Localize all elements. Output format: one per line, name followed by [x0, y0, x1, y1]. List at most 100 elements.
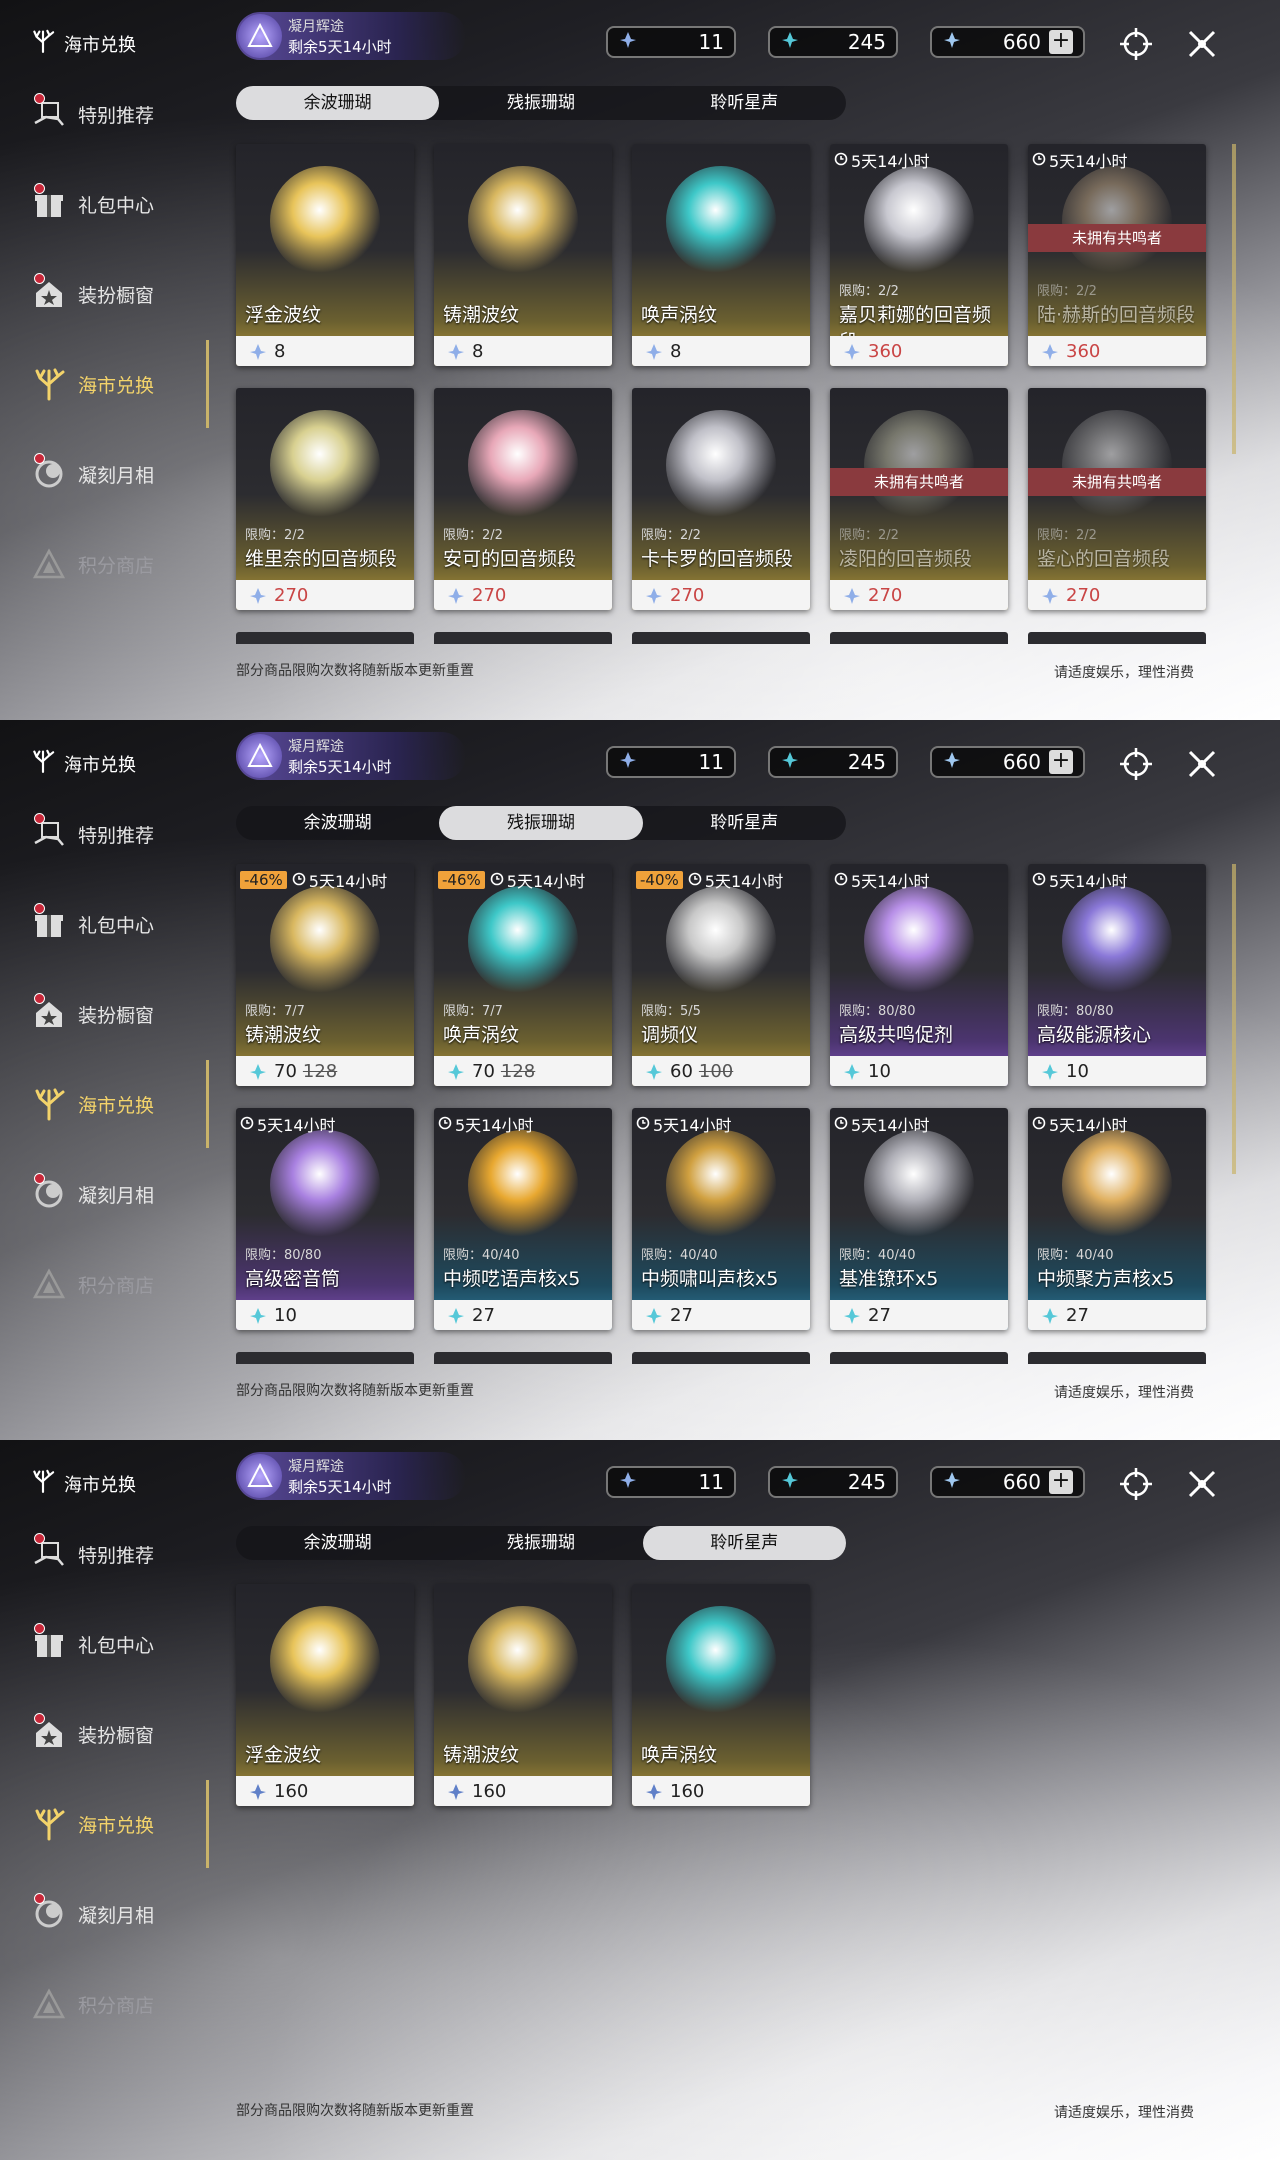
scrollbar[interactable]: [1232, 864, 1236, 1174]
add-currency-button[interactable]: +: [1049, 30, 1073, 54]
tab-0[interactable]: 余波珊瑚: [236, 806, 439, 840]
shop-item-card[interactable]: 未拥有共鸣者 限购：2/2 凌阳的回音频段 270: [830, 388, 1008, 610]
next-row-card[interactable]: [632, 632, 810, 644]
sidebar-item-4[interactable]: 凝刻月相: [30, 453, 154, 493]
shop-item-card[interactable]: 唤声涡纹 160: [632, 1584, 810, 1806]
shop-item-card[interactable]: -40% 5天14小时 限购：5/5 调频仪 60 100: [632, 864, 810, 1086]
price-value: 8: [670, 340, 682, 362]
coral-icon: [30, 1805, 68, 1843]
shop-item-card[interactable]: -46% 5天14小时 限购：7/7 唤声涡纹 70 128: [434, 864, 612, 1086]
sidebar-item-5[interactable]: 积分商店: [30, 1265, 154, 1303]
play-responsibly-notice: 请适度娱乐，理性消费: [1054, 665, 1194, 681]
sidebar-item-2[interactable]: 装扮橱窗: [30, 273, 154, 313]
tab-0[interactable]: 余波珊瑚: [236, 86, 440, 120]
play-responsibly-notice: 请适度娱乐，理性消费: [1054, 1385, 1194, 1401]
next-row-card[interactable]: [1028, 632, 1206, 644]
clock-icon: [490, 871, 504, 890]
shop-item-card[interactable]: 限购：2/2 安可的回音频段 270: [434, 388, 612, 610]
sidebar-item-5[interactable]: 积分商店: [30, 545, 154, 583]
coral-icon: [30, 1085, 68, 1123]
shop-item-card[interactable]: 唤声涡纹 8: [632, 144, 810, 366]
next-row-card[interactable]: [1028, 1352, 1206, 1364]
add-currency-button[interactable]: +: [1049, 1470, 1073, 1494]
sidebar-item-2[interactable]: 装扮橱窗: [30, 1713, 154, 1753]
tab-2[interactable]: 聆听星声: [642, 1526, 846, 1560]
currency-value: 660: [1002, 1470, 1041, 1494]
item-name: 卡卡罗的回音频段: [641, 548, 794, 570]
scrollbar[interactable]: [1232, 144, 1236, 454]
shop-item-card[interactable]: 5天14小时 限购：40/40 中频聚方声核x5 27: [1028, 1108, 1206, 1330]
shop-item-card[interactable]: 铸潮波纹 8: [434, 144, 612, 366]
currency-icon: [1040, 1062, 1058, 1080]
next-row-card[interactable]: [830, 1352, 1008, 1364]
shop-item-card[interactable]: 铸潮波纹 160: [434, 1584, 612, 1806]
close-icon[interactable]: [1184, 746, 1220, 782]
shop-item-card[interactable]: 限购：2/2 维里奈的回音频段 270: [236, 388, 414, 610]
sidebar-item-4[interactable]: 凝刻月相: [30, 1173, 154, 1213]
shop-item-card[interactable]: -46% 5天14小时 限购：7/7 铸潮波纹 70 128: [236, 864, 414, 1086]
tab-1[interactable]: 残振珊瑚: [439, 86, 642, 120]
shop-item-card[interactable]: 5天14小时 限购：80/80 高级能源核心 10: [1028, 864, 1206, 1086]
sidebar-item-3[interactable]: 海市兑换: [30, 1085, 154, 1123]
sidebar-item-0[interactable]: 特别推荐: [30, 93, 154, 133]
shop-item-card[interactable]: 浮金波纹 8: [236, 144, 414, 366]
next-row-card[interactable]: [830, 632, 1008, 644]
shop-item-card[interactable]: 未拥有共鸣者 限购：2/2 鉴心的回音频段 270: [1028, 388, 1206, 610]
event-banner[interactable]: 凝月辉途 剩余5天14小时: [236, 12, 466, 60]
shop-item-card[interactable]: 5天14小时 未拥有共鸣者 限购：2/2 陆·赫斯的回音频段 360: [1028, 144, 1206, 366]
sidebar-item-3[interactable]: 海市兑换: [30, 1805, 154, 1843]
currency-icon: [446, 1306, 464, 1324]
timer-label: 5天14小时: [240, 1112, 336, 1136]
sidebar-item-5[interactable]: 积分商店: [30, 1985, 154, 2023]
sidebar-item-1[interactable]: 礼包中心: [30, 903, 154, 943]
coral-icon: [30, 28, 56, 59]
target-icon[interactable]: [1118, 26, 1154, 62]
target-icon[interactable]: [1118, 746, 1154, 782]
shop-item-card[interactable]: 5天14小时 限购：40/40 中频呓语声核x5 27: [434, 1108, 612, 1330]
add-currency-button[interactable]: +: [1049, 750, 1073, 774]
next-row-card[interactable]: [632, 1352, 810, 1364]
shop-item-card[interactable]: 5天14小时 限购：40/40 中频啸叫声核x5 27: [632, 1108, 810, 1330]
currency-oscillated-coral: 245: [768, 746, 898, 778]
purchase-limit: 限购：80/80: [839, 1004, 916, 1019]
sidebar-item-0[interactable]: 特别推荐: [30, 813, 154, 853]
event-banner[interactable]: 凝月辉途 剩余5天14小时: [236, 732, 466, 780]
tab-1[interactable]: 残振珊瑚: [439, 806, 643, 840]
shop-item-card[interactable]: 5天14小时 限购：80/80 高级共鸣促剂 10: [830, 864, 1008, 1086]
tab-2[interactable]: 聆听星声: [643, 86, 846, 120]
shop-item-card[interactable]: 浮金波纹 160: [236, 1584, 414, 1806]
sidebar-item-1[interactable]: 礼包中心: [30, 183, 154, 223]
shop-item-card[interactable]: 限购：2/2 卡卡罗的回音频段 270: [632, 388, 810, 610]
close-icon[interactable]: [1184, 26, 1220, 62]
purchase-limit: 限购：2/2: [443, 528, 503, 543]
discount-badge: -46%: [438, 871, 485, 889]
target-icon[interactable]: [1118, 1466, 1154, 1502]
timer-label: 5天14小时: [438, 1112, 534, 1136]
sidebar-item-4[interactable]: 凝刻月相: [30, 1893, 154, 1933]
tab-1[interactable]: 残振珊瑚: [439, 1526, 642, 1560]
shop-item-card[interactable]: 5天14小时限购：2/2嘉贝莉娜的回音频段360: [830, 144, 1008, 366]
shop-item-card[interactable]: 5天14小时 限购：80/80 高级密音筒 10: [236, 1108, 414, 1330]
next-row-card[interactable]: [434, 1352, 612, 1364]
sidebar-item-1[interactable]: 礼包中心: [30, 1623, 154, 1663]
gift-box-icon: [30, 1623, 68, 1663]
price-value: 27: [472, 1304, 495, 1326]
hand-gift-icon: [30, 813, 68, 853]
sidebar-item-0[interactable]: 特别推荐: [30, 1533, 154, 1573]
event-banner[interactable]: 凝月辉途 剩余5天14小时: [236, 1452, 466, 1500]
tab-0[interactable]: 余波珊瑚: [236, 1526, 439, 1560]
next-row-card[interactable]: [236, 632, 414, 644]
oscillated-coral-icon: [780, 750, 800, 774]
purchase-limit: 限购：80/80: [245, 1248, 322, 1263]
close-icon[interactable]: [1184, 1466, 1220, 1502]
next-row-card[interactable]: [434, 632, 612, 644]
sidebar-item-3[interactable]: 海市兑换: [30, 365, 154, 403]
sidebar-item-2[interactable]: 装扮橱窗: [30, 993, 154, 1033]
item-name: 唤声涡纹: [641, 1744, 718, 1766]
item-price: 27: [434, 1300, 612, 1330]
next-row-card[interactable]: [236, 1352, 414, 1364]
tab-2[interactable]: 聆听星声: [643, 806, 846, 840]
currency-icon: [842, 1062, 860, 1080]
shop-item-card[interactable]: 5天14小时 限购：40/40 基准镣环x5 27: [830, 1108, 1008, 1330]
currency-value: 11: [698, 1470, 724, 1494]
